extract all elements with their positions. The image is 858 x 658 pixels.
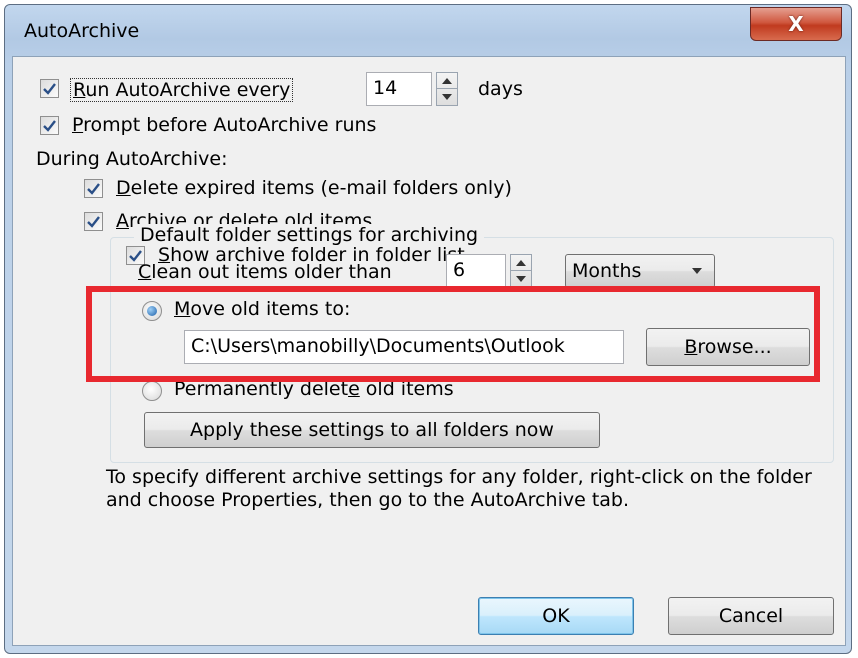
prompt-checkbox[interactable] bbox=[40, 116, 59, 135]
days-label: days bbox=[478, 78, 523, 100]
spin-down-icon[interactable] bbox=[437, 89, 457, 105]
spin-up-icon[interactable] bbox=[511, 255, 531, 271]
default-settings-legend: Default folder settings for archiving bbox=[134, 224, 485, 246]
run-autoarchive-label: Run AutoArchive every bbox=[70, 78, 294, 102]
archive-interval-input[interactable]: 14 bbox=[366, 72, 432, 106]
highlight-annotation bbox=[86, 286, 820, 382]
close-button[interactable]: X bbox=[750, 7, 842, 41]
prompt-label: Prompt before AutoArchive runs bbox=[72, 114, 377, 136]
clean-out-unit-select[interactable]: Months bbox=[565, 254, 715, 288]
check-icon bbox=[43, 120, 56, 132]
chevron-down-icon bbox=[692, 268, 702, 274]
delete-expired-checkbox[interactable] bbox=[84, 179, 103, 198]
spin-down-icon[interactable] bbox=[511, 271, 531, 287]
archive-old-checkbox[interactable] bbox=[84, 212, 103, 231]
archive-interval-spinner[interactable] bbox=[436, 72, 458, 106]
window-title: AutoArchive bbox=[24, 20, 140, 42]
clean-out-input[interactable]: 6 bbox=[446, 254, 506, 288]
delete-expired-label: Delete expired items (e-mail folders onl… bbox=[116, 177, 512, 199]
check-icon bbox=[87, 216, 100, 228]
during-autoarchive-label: During AutoArchive: bbox=[36, 148, 228, 170]
info-text: To specify different archive settings fo… bbox=[106, 466, 812, 511]
apply-to-all-folders-button[interactable]: Apply these settings to all folders now bbox=[144, 412, 600, 448]
permanently-delete-radio[interactable] bbox=[142, 381, 162, 401]
check-icon bbox=[87, 183, 100, 195]
cancel-button[interactable]: Cancel bbox=[668, 597, 834, 635]
close-icon: X bbox=[788, 12, 804, 36]
ok-button[interactable]: OK bbox=[478, 597, 634, 635]
clean-out-unit-value: Months bbox=[572, 260, 642, 282]
spin-up-icon[interactable] bbox=[437, 73, 457, 89]
clean-out-label: Clean out items older than bbox=[138, 261, 392, 283]
clean-out-spinner[interactable] bbox=[510, 254, 532, 288]
check-icon bbox=[43, 83, 56, 95]
run-autoarchive-checkbox[interactable] bbox=[40, 79, 59, 98]
